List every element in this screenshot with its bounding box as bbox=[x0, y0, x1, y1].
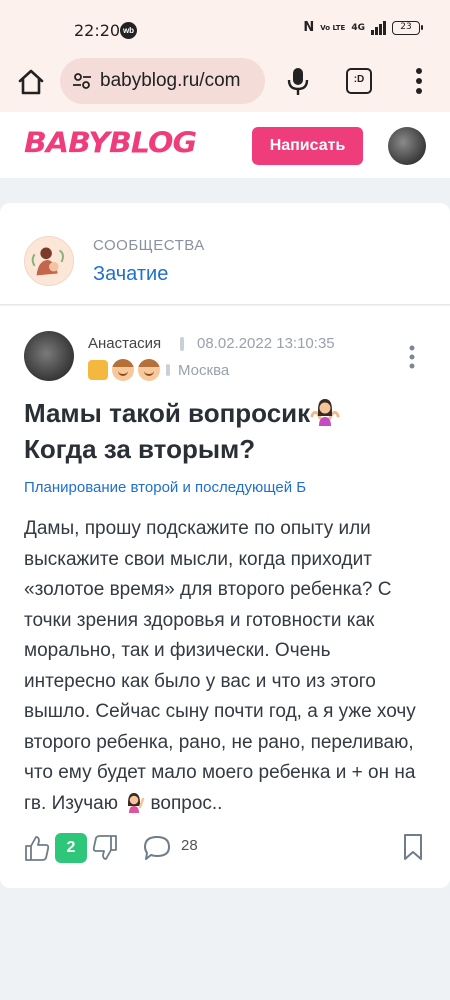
post-title-line1: Мамы такой вопросик bbox=[24, 398, 311, 428]
post-body-tail: вопрос.. bbox=[145, 792, 223, 814]
bookmark-icon[interactable] bbox=[403, 833, 423, 861]
post-card: Анастасия 08.02.2022 13:10:35 Москва Мам… bbox=[0, 306, 450, 888]
address-bar[interactable]: babyblog.ru/com bbox=[60, 58, 265, 104]
post-body-text: Дамы, прошу подскажите по опыту или выск… bbox=[24, 518, 416, 814]
meta-divider bbox=[180, 337, 184, 351]
volte-icon: Vo LTE bbox=[320, 23, 346, 32]
home-icon[interactable] bbox=[15, 66, 47, 98]
mic-icon[interactable] bbox=[284, 66, 312, 96]
thumb-up-icon[interactable] bbox=[24, 834, 50, 862]
author-avatar[interactable] bbox=[24, 331, 74, 381]
tune-icon[interactable] bbox=[72, 71, 92, 91]
more-vert-icon[interactable] bbox=[412, 66, 426, 96]
post-body[interactable]: Дамы, прошу подскажите по опыту или выск… bbox=[24, 514, 424, 819]
author-name[interactable]: Анастасия bbox=[88, 335, 161, 352]
nfc-icon: N bbox=[303, 20, 315, 35]
community-kicker: СООБЩЕСТВА bbox=[93, 237, 205, 254]
network-type: 4G bbox=[351, 22, 365, 33]
battery-icon: 23 bbox=[392, 20, 423, 35]
post-rubric-link[interactable]: Планирование второй и последующей Б bbox=[24, 479, 306, 496]
child-badge-icon bbox=[138, 359, 160, 381]
post-title[interactable]: Мамы такой вопросик Когда за вторым? bbox=[24, 395, 424, 467]
post-date: 08.02.2022 13:10:35 bbox=[197, 335, 335, 352]
shrug-emoji bbox=[310, 399, 340, 426]
comment-icon[interactable] bbox=[143, 834, 171, 862]
achievement-badge-icon bbox=[88, 360, 108, 380]
browser-toolbar: babyblog.ru/com :D bbox=[0, 58, 450, 112]
meta-divider bbox=[166, 364, 170, 376]
author-badges: Москва bbox=[88, 359, 229, 381]
author-city: Москва bbox=[178, 361, 230, 379]
babyblog-logo[interactable]: BABYBLOG bbox=[24, 127, 197, 160]
site-header: BABYBLOG Написать bbox=[0, 112, 450, 178]
community-avatar[interactable] bbox=[24, 236, 74, 286]
child-badge-icon bbox=[112, 359, 134, 381]
status-bar: 22:20 wb N Vo LTE 4G 23 bbox=[0, 0, 450, 58]
community-card: СООБЩЕСТВА Зачатие bbox=[0, 203, 450, 305]
status-app-icon: wb bbox=[120, 22, 137, 39]
post-more-icon[interactable] bbox=[404, 344, 420, 370]
score-badge: 2 bbox=[55, 833, 87, 863]
user-avatar[interactable] bbox=[388, 127, 426, 165]
post-title-line2: Когда за вторым? bbox=[24, 434, 256, 464]
community-name-link[interactable]: Зачатие bbox=[93, 263, 168, 286]
status-icons: N Vo LTE 4G 23 bbox=[303, 20, 423, 35]
tabs-icon[interactable]: :D bbox=[346, 68, 372, 94]
thumb-down-icon[interactable] bbox=[92, 834, 118, 862]
signal-icon bbox=[371, 20, 386, 35]
raising-hand-emoji bbox=[128, 792, 145, 813]
post-actions: 2 28 bbox=[0, 826, 450, 870]
url-text: babyblog.ru/com bbox=[100, 70, 241, 91]
comment-count[interactable]: 28 bbox=[181, 837, 198, 854]
write-button[interactable]: Написать bbox=[252, 127, 363, 165]
status-time: 22:20 bbox=[74, 21, 121, 40]
